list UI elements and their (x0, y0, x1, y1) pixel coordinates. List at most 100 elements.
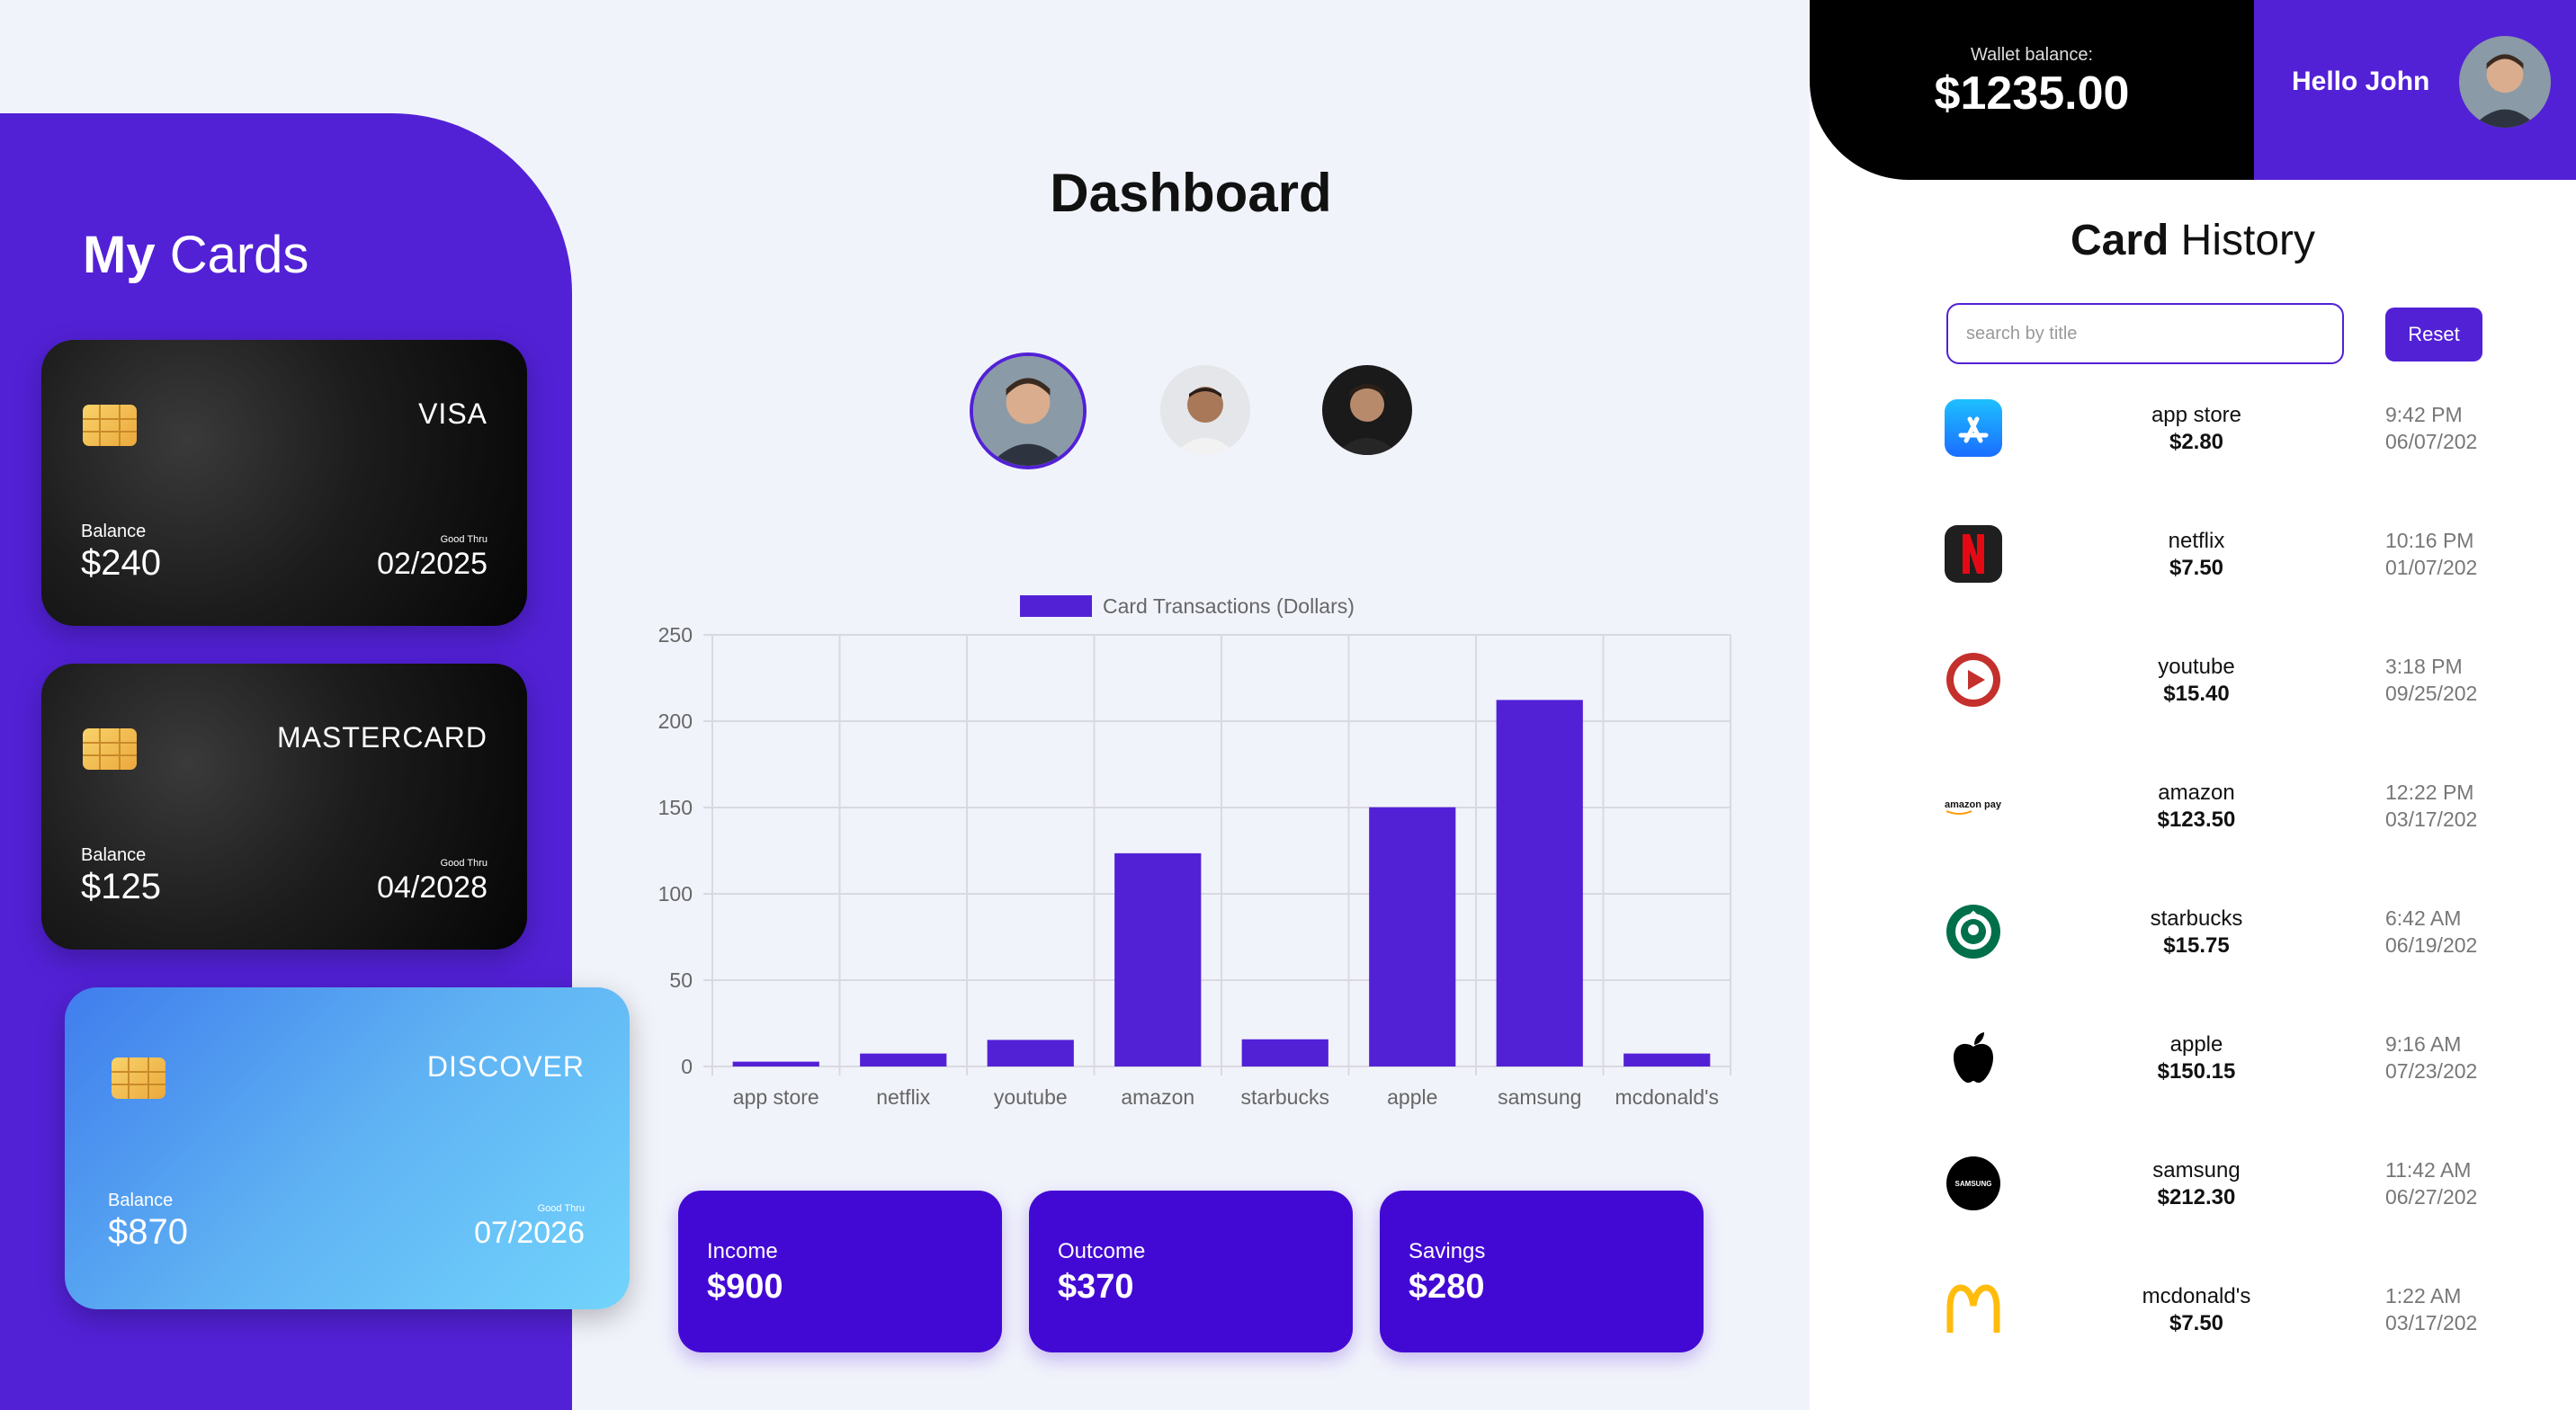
history-time: 6:42 AM (2385, 906, 2462, 930)
y-tick-label: 250 (658, 623, 693, 647)
discover-card[interactable]: DISCOVER Balance $870 Good Thru 07/2026 (65, 987, 630, 1309)
wallet-balance-label: Wallet balance: (1971, 45, 2093, 65)
history-amount: $15.75 (2163, 933, 2230, 958)
visa-card[interactable]: VISA Balance $240 Good Thru 02/2025 (41, 340, 527, 626)
bar-mcdonalds[interactable] (1623, 1053, 1711, 1066)
history-date: 07/23/202 (2385, 1059, 2478, 1083)
history-title: samsung (2152, 1158, 2241, 1182)
balance-label: Balance (108, 1191, 174, 1210)
history-amount: $123.50 (2157, 808, 2236, 832)
list-item[interactable]: mcdonald's $7.50 1:22 AM 03/17/202 (1810, 1268, 2576, 1394)
history-date: 09/25/202 (2385, 682, 2478, 705)
card-brand: MASTERCARD (276, 721, 487, 754)
bar-youtube[interactable] (987, 1040, 1074, 1066)
legend-label: Card Transactions (Dollars) (1103, 594, 1355, 618)
list-item[interactable]: youtube $15.40 3:18 PM 09/25/202 (1810, 638, 2576, 764)
youtube-icon (1946, 653, 2000, 707)
history-time: 10:16 PM (2385, 529, 2474, 552)
savings-card: Savings $280 (1380, 1191, 1704, 1352)
history-amount: $7.50 (2169, 556, 2224, 580)
samsung-icon: SAMSUNG (1946, 1156, 2000, 1210)
x-tick-label: youtube (994, 1085, 1068, 1109)
savings-value: $280 (1409, 1268, 1485, 1306)
income-value: $900 (707, 1268, 783, 1306)
list-item[interactable]: starbucks $15.75 6:42 AM 06/19/202 (1810, 890, 2576, 1016)
starbucks-icon (1946, 905, 2000, 959)
x-tick-label: apple (1387, 1085, 1437, 1109)
x-tick-label: samsung (1498, 1085, 1581, 1109)
history-title: app store (2151, 403, 2242, 427)
good-thru-label: Good Thru (440, 534, 487, 545)
history-time: 3:18 PM (2385, 655, 2463, 678)
bar-samsung[interactable] (1496, 700, 1583, 1066)
amazon-pay-logo-text: amazon pay (1945, 799, 2002, 810)
card-balance: $870 (108, 1212, 188, 1252)
y-tick-label: 150 (658, 796, 693, 819)
history-amount: $2.80 (2169, 430, 2224, 454)
y-tick-label: 200 (658, 709, 693, 733)
list-item[interactable]: amazon pay amazon $123.50 12:22 PM 03/17… (1810, 764, 2576, 890)
mastercard-card[interactable]: MASTERCARD Balance $125 Good Thru 04/202… (41, 664, 527, 950)
reset-button[interactable]: Reset (2385, 308, 2482, 361)
card-expiry: 02/2025 (377, 547, 487, 581)
chip-icon (83, 405, 137, 446)
balance-label: Balance (81, 845, 147, 865)
legend-swatch[interactable] (1020, 595, 1092, 617)
history-title: youtube (2158, 655, 2235, 679)
chip-icon (112, 1058, 165, 1099)
samsung-logo-text: SAMSUNG (1955, 1180, 1992, 1188)
bar-amazon[interactable] (1114, 852, 1202, 1066)
user-avatar[interactable] (1322, 365, 1412, 455)
my-cards-title: My Cards (83, 226, 309, 284)
list-item[interactable]: SAMSUNG samsung $212.30 11:42 AM 06/27/2… (1810, 1142, 2576, 1268)
bar-netflix[interactable] (860, 1053, 947, 1066)
history-time: 1:22 AM (2385, 1284, 2462, 1307)
history-date: 03/17/202 (2385, 1311, 2478, 1334)
x-tick-label: netflix (876, 1085, 931, 1109)
card-brand: VISA (418, 397, 487, 430)
card-expiry: 04/2028 (377, 870, 487, 905)
chip-icon (83, 728, 137, 770)
search-input[interactable] (1946, 303, 2344, 364)
user-avatar[interactable] (1160, 365, 1250, 455)
wallet-balance-value: $1235.00 (1934, 67, 2130, 120)
bar-starbucks[interactable] (1241, 1039, 1328, 1066)
user-avatar[interactable] (970, 352, 1087, 469)
bar-chart-svg: 0 50 100 150 200 250 app store netflix youtube am… (658, 594, 1731, 1109)
amazon-pay-icon: amazon pay (1945, 799, 2002, 815)
x-tick-label: app store (733, 1085, 819, 1109)
good-thru-label: Good Thru (537, 1203, 585, 1214)
history-date: 01/07/202 (2385, 556, 2478, 579)
transactions-chart: 0 50 100 150 200 250 app store netflix youtube am… (630, 576, 1745, 1133)
card-expiry: 07/2026 (474, 1216, 585, 1250)
apple-icon (1954, 1032, 1993, 1083)
profile-avatar[interactable] (2459, 36, 2551, 128)
card-history-title: Card History (2070, 217, 2316, 264)
list-item[interactable]: apple $150.15 9:16 AM 07/23/202 (1810, 1016, 2576, 1142)
history-amount: $212.30 (2157, 1185, 2236, 1209)
card-brand: DISCOVER (426, 1050, 585, 1083)
history-amount: $15.40 (2163, 682, 2230, 706)
list-item[interactable]: netflix $7.50 10:16 PM 01/07/202 (1810, 513, 2576, 638)
history-date: 06/07/202 (2385, 430, 2478, 453)
y-tick-label: 0 (681, 1055, 693, 1078)
history-time: 9:42 PM (2385, 403, 2463, 426)
balance-label: Balance (81, 522, 147, 541)
list-item[interactable]: app store $2.80 9:42 PM 06/07/202 (1810, 387, 2576, 513)
x-tick-label: mcdonald's (1614, 1085, 1719, 1109)
history-time: 11:42 AM (2385, 1158, 2472, 1182)
y-tick-label: 100 (658, 882, 693, 906)
y-tick-label: 50 (669, 968, 693, 992)
history-date: 06/27/202 (2385, 1185, 2478, 1209)
bar-apple[interactable] (1369, 807, 1456, 1066)
netflix-icon (1945, 525, 2002, 583)
history-time: 12:22 PM (2385, 781, 2474, 804)
bar-appstore[interactable] (732, 1061, 819, 1066)
history-date: 06/19/202 (2385, 933, 2478, 957)
card-balance: $125 (81, 867, 161, 906)
mcdonalds-icon (1946, 1284, 2000, 1333)
history-title: amazon (2158, 781, 2235, 805)
outcome-label: Outcome (1058, 1239, 1146, 1263)
history-time: 9:16 AM (2385, 1032, 2462, 1056)
app-store-icon (1945, 399, 2002, 457)
